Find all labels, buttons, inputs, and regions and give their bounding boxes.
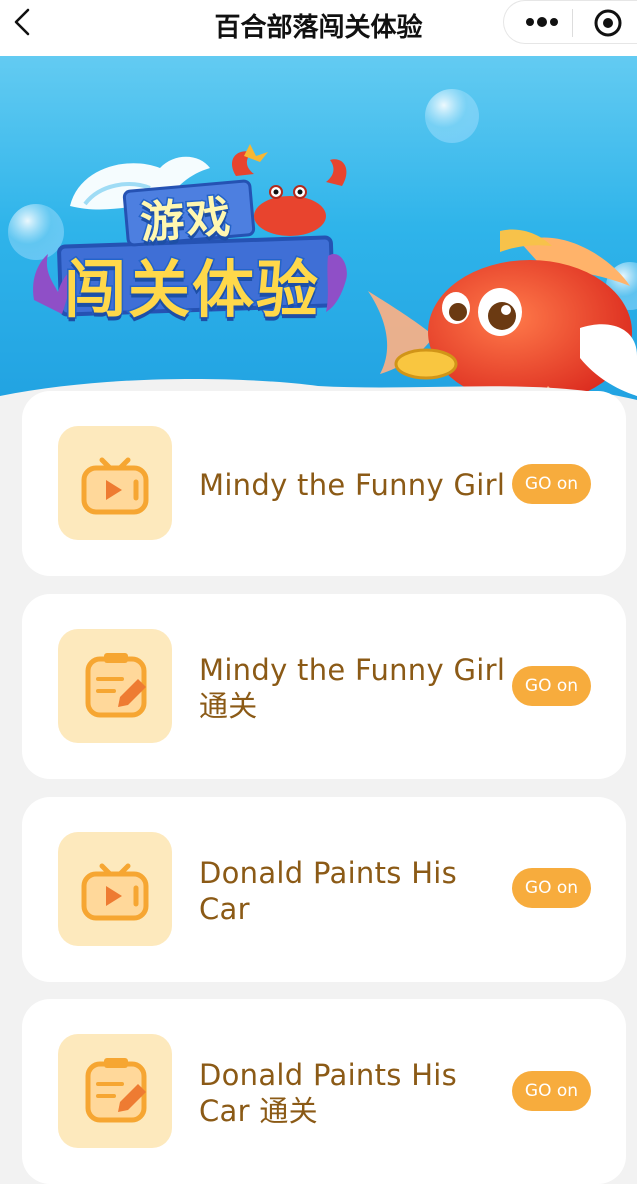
level-card[interactable]: Donald Paints His Car GO on <box>22 797 626 982</box>
hero-banner: 游戏 闯关体验 <box>0 56 637 436</box>
tv-video-icon <box>81 457 149 515</box>
level-card[interactable]: Mindy the Funny Girl 通关 GO on <box>22 594 626 779</box>
target-circle-icon[interactable] <box>592 7 624 39</box>
tv-video-icon <box>81 863 149 921</box>
coin-icon <box>394 348 458 380</box>
card-title: Mindy the Funny Girl 通关 <box>199 653 506 723</box>
level-card[interactable]: Donald Paints His Car 通关 GO on <box>22 999 626 1184</box>
mini-program-capsule <box>503 0 637 44</box>
bubble-icon <box>8 204 64 260</box>
go-on-button[interactable]: GO on <box>512 666 591 706</box>
go-on-button[interactable]: GO on <box>512 464 591 504</box>
card-title: Mindy the Funny Girl <box>199 468 506 502</box>
icon-tile <box>58 1034 172 1148</box>
notepad-pencil-icon <box>85 653 147 718</box>
icon-tile <box>58 832 172 946</box>
level-card[interactable]: Mindy the Funny Girl GO on <box>22 391 626 576</box>
more-dots-icon[interactable] <box>522 10 562 34</box>
bubble-icon <box>425 89 479 143</box>
card-title: Donald Paints His Car <box>199 856 458 926</box>
banner-title-line2: 闯关体验 <box>62 252 321 328</box>
capsule-divider <box>572 9 573 37</box>
card-title: Donald Paints His Car 通关 <box>199 1058 458 1128</box>
go-on-button[interactable]: GO on <box>512 868 591 908</box>
icon-tile <box>58 426 172 540</box>
notepad-pencil-icon <box>85 1058 147 1123</box>
go-on-button[interactable]: GO on <box>512 1071 591 1111</box>
navigation-bar: 百合部落闯关体验 <box>0 0 637 56</box>
icon-tile <box>58 629 172 743</box>
